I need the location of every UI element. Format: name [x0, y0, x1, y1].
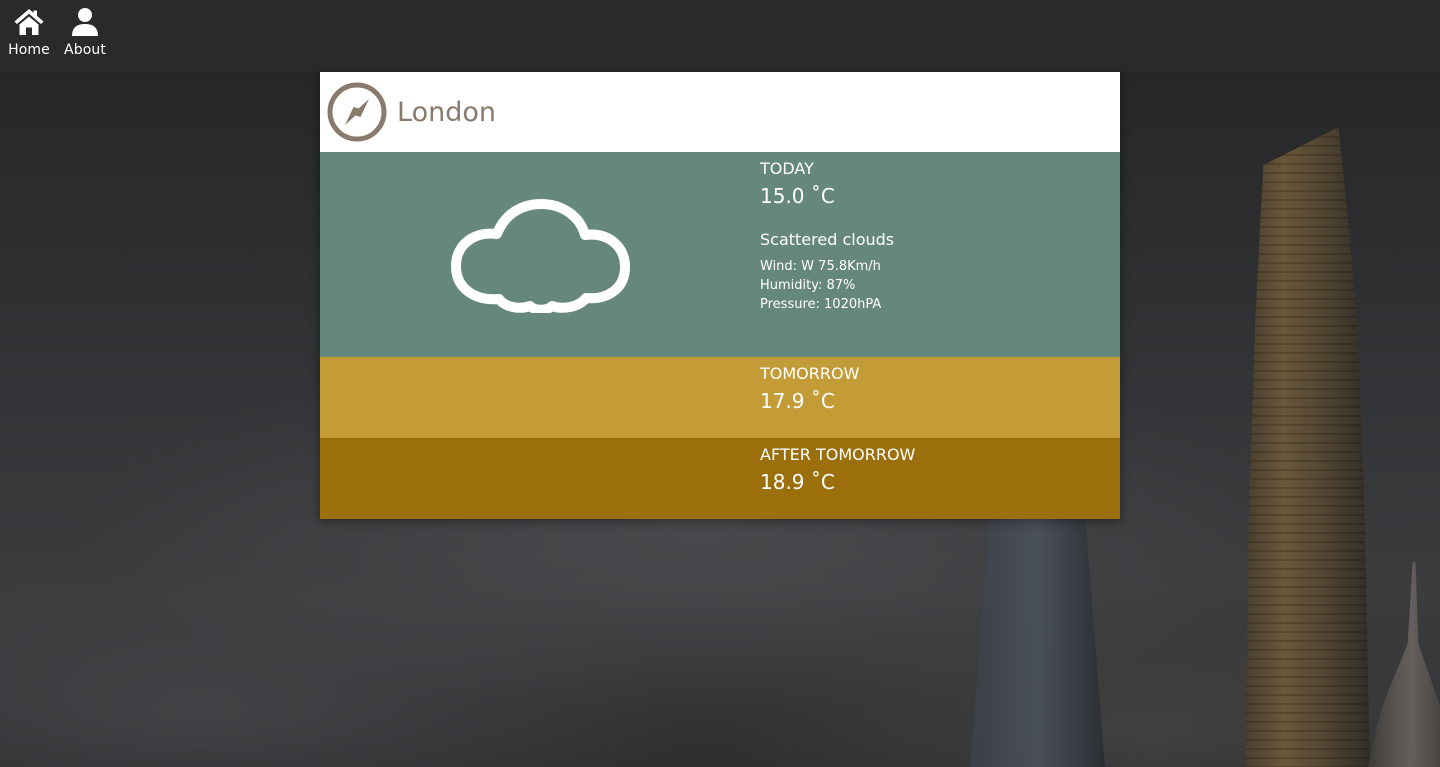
after-tomorrow-label: AFTER TOMORROW	[760, 445, 916, 464]
nav-home-label: Home	[8, 42, 50, 58]
nav-home-link[interactable]: Home	[0, 6, 58, 66]
skyscraper-image	[1368, 562, 1440, 767]
pressure-info: Pressure: 1020hPA	[760, 297, 882, 312]
after-tomorrow-forecast: AFTER TOMORROW 18.9 ˚C	[320, 438, 1120, 519]
tomorrow-forecast: TOMORROW 17.9 ˚C	[320, 357, 1120, 438]
tomorrow-temperature: 17.9 ˚C	[760, 389, 835, 413]
nav-about-link[interactable]: About	[56, 6, 114, 66]
tomorrow-info: TOMORROW 17.9 ˚C	[760, 364, 859, 413]
today-temperature: 15.0 ˚C	[760, 184, 835, 208]
user-icon	[69, 6, 101, 38]
nav-about-label: About	[64, 42, 106, 58]
card-header: London	[320, 72, 1120, 152]
city-name: London	[397, 96, 496, 128]
today-description: Scattered clouds	[760, 230, 895, 249]
skyscraper-image	[1245, 127, 1370, 767]
after-tomorrow-temperature: 18.9 ˚C	[760, 470, 835, 494]
after-tomorrow-info: AFTER TOMORROW 18.9 ˚C	[760, 445, 915, 494]
top-nav-bar: Home About	[0, 0, 1440, 72]
home-icon	[13, 6, 45, 38]
wind-info: Wind: W 75.8Km/h	[760, 259, 881, 274]
humidity-info: Humidity: 87%	[760, 278, 856, 293]
today-label: TODAY	[760, 159, 814, 178]
today-forecast: TODAY 15.0 ˚C Scattered clouds Wind: W 7…	[320, 152, 1120, 357]
today-info: TODAY 15.0 ˚C Scattered clouds Wind: W 7…	[760, 159, 894, 314]
weather-card: London TODAY 15.0 ˚C Scattered clouds Wi…	[320, 72, 1120, 519]
tomorrow-label: TOMORROW	[760, 364, 860, 383]
compass-icon	[327, 82, 387, 142]
